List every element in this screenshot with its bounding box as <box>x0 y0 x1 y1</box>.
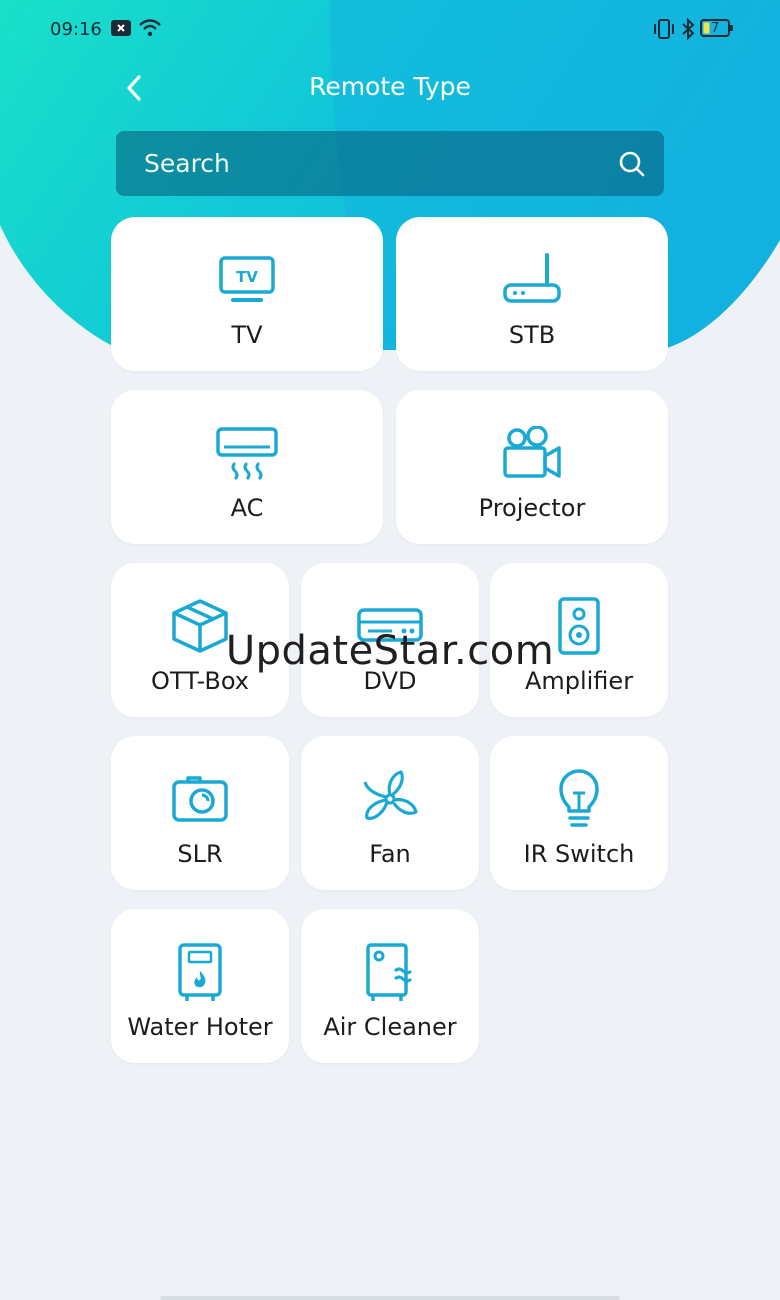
tv-icon: TV <box>219 256 275 302</box>
device-card-air-cleaner[interactable]: Air Cleaner <box>301 909 479 1063</box>
page-title: Remote Type <box>309 72 471 101</box>
lightbulb-icon <box>559 769 599 827</box>
search-icon[interactable] <box>618 150 646 178</box>
battery-level: 7 <box>711 21 720 36</box>
device-card-water-heater[interactable]: Water Hoter <box>111 909 289 1063</box>
device-label: STB <box>508 321 556 349</box>
device-label: IR Switch <box>523 840 635 868</box>
air-conditioner-icon <box>216 427 278 481</box>
router-icon <box>503 253 561 303</box>
svg-text:TV: TV <box>236 268 258 286</box>
air-purifier-icon <box>366 943 413 1001</box>
top-nav: Remote Type <box>0 60 780 116</box>
device-card-slr[interactable]: SLR <box>111 736 289 890</box>
search-input[interactable] <box>144 131 584 196</box>
device-card-tv[interactable]: TV TV <box>111 217 383 371</box>
home-indicator <box>160 1296 620 1300</box>
search-bar[interactable] <box>116 131 664 196</box>
device-label: SLR <box>177 840 223 868</box>
fan-icon <box>363 770 418 820</box>
device-card-fan[interactable]: Fan <box>301 736 479 890</box>
status-bar: 09:16 7 <box>0 0 780 60</box>
device-card-projector[interactable]: Projector <box>396 390 668 544</box>
device-label: Water Hoter <box>127 1013 273 1041</box>
wifi-icon <box>139 19 161 37</box>
bluetooth-icon <box>682 18 695 40</box>
camera-icon <box>172 776 228 822</box>
vibrate-icon <box>654 19 674 39</box>
water-heater-icon <box>178 943 222 1001</box>
video-camera-icon <box>503 426 561 478</box>
device-label: Projector <box>478 494 586 522</box>
device-card-stb[interactable]: STB <box>396 217 668 371</box>
device-label: Air Cleaner <box>323 1013 457 1041</box>
device-label: AC <box>230 494 264 522</box>
device-label: Fan <box>369 840 411 868</box>
device-card-ac[interactable]: AC <box>111 390 383 544</box>
watermark-text: UpdateStar.com <box>225 628 555 674</box>
device-label: TV <box>231 321 263 349</box>
notification-icon <box>111 20 131 36</box>
device-card-ir-switch[interactable]: IR Switch <box>490 736 668 890</box>
status-time: 09:16 <box>50 19 102 40</box>
